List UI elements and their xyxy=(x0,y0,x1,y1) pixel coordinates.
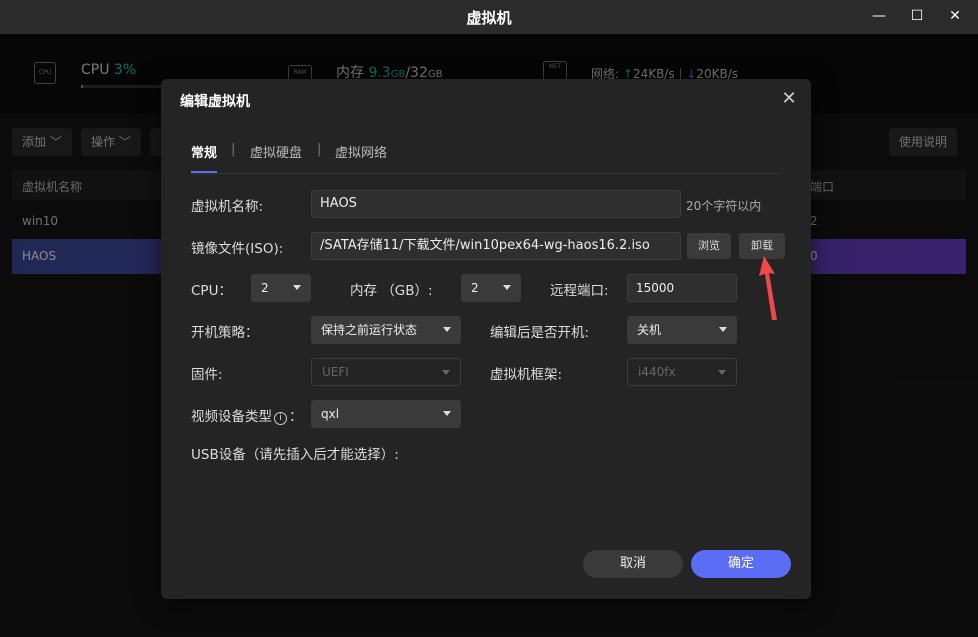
chevron-down-icon xyxy=(443,327,451,332)
tab-virtual-disk[interactable]: 虚拟硬盘 xyxy=(250,142,302,161)
vm-name-input[interactable]: HAOS xyxy=(311,190,681,218)
tab-virtual-network[interactable]: 虚拟网络 xyxy=(335,142,387,161)
video-device-value: qxl xyxy=(321,407,340,421)
start-after-edit-value: 关机 xyxy=(637,323,662,337)
close-icon[interactable]: ✕ xyxy=(779,89,799,109)
vm-name-label: 虚拟机名称: xyxy=(191,199,264,215)
iso-label: 镜像文件(ISO): xyxy=(191,241,284,257)
remote-port-input[interactable]: 15000 xyxy=(627,274,737,302)
confirm-button[interactable]: 确定 xyxy=(691,550,791,578)
video-device-select[interactable]: qxl xyxy=(311,400,461,428)
boot-policy-value: 保持之前运行状态 xyxy=(321,323,418,337)
window-title: 虚拟机 xyxy=(466,9,512,27)
cpu-count-select[interactable]: 2 xyxy=(251,274,311,302)
chevron-down-icon xyxy=(719,327,727,332)
start-after-edit-label: 编辑后是否开机: xyxy=(490,325,590,341)
chevron-down-icon xyxy=(503,285,511,290)
chevron-down-icon xyxy=(718,370,726,375)
firmware-value: UEFI xyxy=(322,365,349,379)
maximize-button[interactable]: ☐ xyxy=(906,6,928,26)
usb-device-label: USB设备（请先插入后才能选择）: xyxy=(191,447,399,463)
vm-arch-label: 虚拟机框架: xyxy=(490,367,563,383)
minimize-button[interactable]: — xyxy=(868,6,890,26)
info-icon[interactable]: i xyxy=(274,412,287,425)
window-titlebar: 虚拟机 — ☐ ✕ xyxy=(0,0,978,34)
chevron-down-icon xyxy=(443,411,451,416)
vm-arch-value: i440fx xyxy=(638,365,676,379)
firmware-select: UEFI xyxy=(311,358,461,386)
chevron-down-icon xyxy=(293,285,301,290)
firmware-label: 固件: xyxy=(191,367,223,383)
dialog-title: 编辑虚拟机 xyxy=(180,94,250,110)
remote-port-label: 远程端口: xyxy=(550,283,609,299)
tab-general[interactable]: 常规 xyxy=(191,142,217,161)
cancel-button[interactable]: 取消 xyxy=(583,550,683,578)
video-device-label-colon: ： xyxy=(289,409,303,425)
memory-size-label: 内存 （GB）: xyxy=(350,283,433,299)
iso-path-input[interactable]: /SATA存储11/下载文件/win10pex64-wg-haos16.2.is… xyxy=(311,232,681,260)
cpu-count-value: 2 xyxy=(261,281,269,295)
browse-button[interactable]: 浏览 xyxy=(687,233,731,259)
annotation-arrow-shape xyxy=(759,256,777,320)
memory-size-value: 2 xyxy=(471,281,479,295)
vm-arch-select: i440fx xyxy=(627,358,737,386)
chevron-down-icon xyxy=(442,370,450,375)
vm-name-hint: 20个字符以内 xyxy=(686,199,762,213)
tab-divider xyxy=(191,173,781,174)
cpu-count-label: CPU： xyxy=(191,283,232,299)
tab-separator: | xyxy=(231,142,236,157)
tab-separator: | xyxy=(317,142,322,157)
annotation-arrow-icon xyxy=(759,256,777,320)
start-after-edit-select[interactable]: 关机 xyxy=(627,316,737,344)
boot-policy-label: 开机策略： xyxy=(191,325,259,341)
close-window-button[interactable]: ✕ xyxy=(944,6,966,26)
memory-size-select[interactable]: 2 xyxy=(461,274,521,302)
boot-policy-select[interactable]: 保持之前运行状态 xyxy=(311,316,461,344)
edit-vm-dialog: 编辑虚拟机 ✕ 常规 | 虚拟硬盘 | 虚拟网络 虚拟机名称: HAOS 20个… xyxy=(161,79,811,599)
video-device-label: 视频设备类型 i： xyxy=(191,405,303,425)
video-device-label-text: 视频设备类型 xyxy=(191,409,272,425)
